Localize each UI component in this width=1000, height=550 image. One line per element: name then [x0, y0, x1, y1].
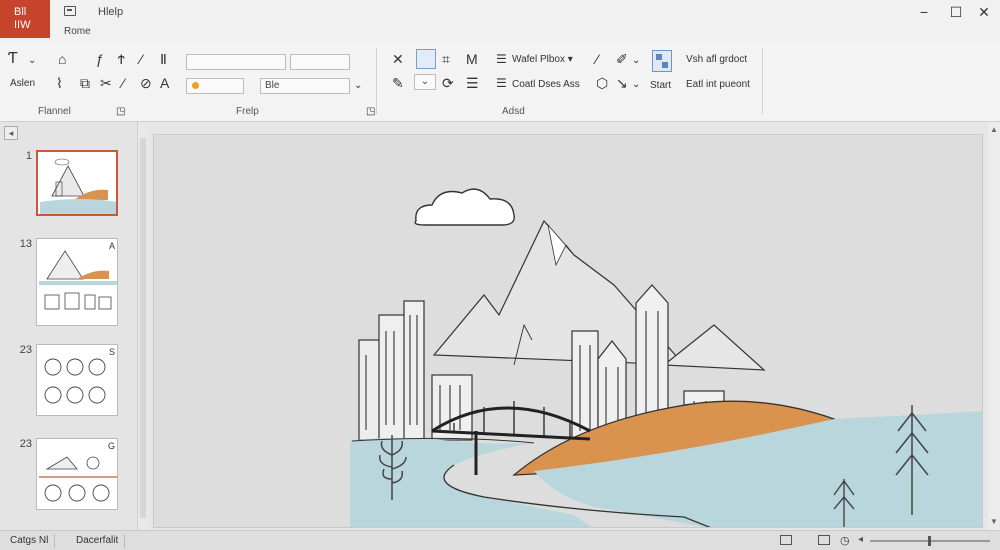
scroll-up-icon[interactable]: ▲ [989, 124, 999, 136]
slide-thumbnail-4[interactable]: G [36, 438, 118, 510]
maximize-button[interactable]: ☐ [942, 2, 970, 22]
slide-illustration [350, 188, 982, 527]
thumbnail-artwork [40, 158, 116, 214]
chevron-down-icon[interactable]: ⌄ [632, 53, 640, 69]
shape-icon[interactable]: ⌂ [58, 51, 66, 67]
slide-sorter-icon[interactable] [818, 535, 830, 545]
thumbnail-badge: G [107, 441, 115, 451]
dropdown-box[interactable]: ⌄ [414, 74, 436, 90]
brush-icon[interactable]: ⌇ [56, 75, 63, 91]
slide-editor [148, 122, 988, 530]
slide-thumbnail-2[interactable]: A [36, 238, 118, 326]
dialog-launcher-icon[interactable]: ◳ [116, 106, 125, 117]
app-badge[interactable]: Bll IIW [0, 0, 50, 38]
close-shape-icon[interactable]: ✕ [392, 51, 404, 67]
normal-view-icon[interactable] [780, 535, 792, 545]
italic-icon[interactable]: ƒ [96, 51, 104, 67]
picture-icon[interactable] [416, 49, 436, 69]
status-slide-info[interactable]: Catgs Nl [4, 534, 56, 548]
menu-help[interactable]: Hlelp [98, 6, 123, 18]
group-label-1: Flannel [38, 106, 71, 117]
brush-icon[interactable]: ⁄ [596, 51, 598, 67]
zoom-slider[interactable] [870, 536, 990, 546]
link-icon[interactable]: ⊘ [140, 75, 152, 91]
group-separator [376, 48, 377, 114]
rotate-icon[interactable]: ⟳ [442, 75, 454, 91]
format-painter-icon[interactable]: Ƭ [8, 51, 18, 67]
current-slide[interactable] [153, 134, 983, 528]
text-icon[interactable]: Ϯ [118, 51, 125, 67]
layout-icon[interactable] [652, 50, 672, 72]
slide-thumbnail-3[interactable]: S [36, 344, 118, 416]
cut-icon[interactable]: ✂ [100, 75, 112, 91]
collapse-pane-icon[interactable]: ◂ [4, 126, 18, 140]
pen-icon[interactable]: ⁄ [140, 51, 142, 67]
list-icon[interactable]: ☰ [496, 51, 507, 67]
status-view[interactable]: Dacerfalit [70, 534, 126, 548]
tab-home[interactable]: Rome [64, 26, 91, 37]
app-badge-line-1: Bll [14, 6, 27, 18]
status-bar: Catgs Nl Dacerfalit ◷ ◂ [0, 530, 1000, 550]
left-button-label[interactable]: Aslen [10, 78, 35, 89]
chevron-down-icon[interactable]: ⌄ [632, 77, 640, 93]
thumbnail-badge: A [108, 241, 115, 251]
panel-text-2[interactable]: Coatl Dses Ass [512, 79, 580, 90]
close-button[interactable]: ✕ [970, 2, 998, 22]
font-box[interactable] [186, 54, 286, 70]
minimize-button[interactable]: − [910, 2, 938, 22]
chevron-down-icon[interactable]: ⌄ [354, 78, 362, 94]
shape-outline-icon[interactable]: ⬡ [596, 75, 608, 91]
panel-text-1[interactable]: Wafel Plbox ▾ [512, 54, 573, 65]
zoom-icon[interactable]: ◷ [840, 534, 850, 547]
app-badge-line-2: IIW [14, 19, 31, 31]
crop-icon[interactable]: ⌗ [442, 51, 450, 67]
save-icon[interactable] [64, 6, 76, 16]
scrollbar-thumb[interactable] [140, 138, 146, 518]
thumbnail-artwork [44, 358, 106, 404]
presentation-app: Bll IIW Hlelp Rome − ☐ ✕ Ƭ ⌄ ⌂ ƒ Ϯ ⁄ Ⅱ A… [0, 0, 1000, 550]
pencil-icon[interactable]: ✐ [616, 51, 628, 67]
zoom-out-icon[interactable]: ◂ [858, 534, 863, 545]
dialog-launcher-icon[interactable]: ◳ [366, 106, 375, 117]
right-line-2[interactable]: Eatl int pueont [686, 79, 750, 90]
color-dot-icon[interactable] [192, 82, 199, 89]
slide-thumbnail-1[interactable] [36, 150, 118, 216]
font-color-icon[interactable]: A [160, 75, 169, 91]
thumbnail-scrollbar[interactable] [138, 122, 148, 530]
align-icon[interactable]: ☰ [466, 75, 479, 91]
group-label-2: Frelp [236, 106, 259, 117]
group-label-3: Adsd [502, 106, 525, 117]
title-bar: Bll IIW Hlelp Rome − ☐ ✕ [0, 0, 1000, 42]
right-line-1[interactable]: Vsh afl grdoct [686, 54, 747, 65]
slide-number: 13 [19, 238, 32, 250]
ribbon: Ƭ ⌄ ⌂ ƒ Ϯ ⁄ Ⅱ Aslen ⌇ ⧉ ✂ ⁄ ⊘ A Ble ⌄ ✕ … [0, 42, 1000, 122]
style-box[interactable]: Ble [260, 78, 350, 94]
font-size-box[interactable] [290, 54, 350, 70]
scroll-down-icon[interactable]: ▼ [989, 516, 999, 528]
arrow-icon[interactable]: ↘ [616, 75, 628, 91]
edit-icon[interactable]: ✎ [392, 75, 404, 91]
slide-number: 23 [19, 344, 32, 356]
cloud-icon [414, 188, 515, 226]
chevron-down-icon[interactable]: ⌄ [28, 53, 36, 69]
start-label[interactable]: Start [650, 80, 671, 91]
copy-icon[interactable]: ⧉ [80, 75, 90, 91]
slide-thumbnails-pane: ◂ 1 13 A 23 S 23 G [0, 122, 138, 530]
merge-icon[interactable]: M [466, 51, 478, 67]
list-icon[interactable]: ☰ [496, 75, 507, 91]
editor-scrollbar[interactable]: ▲ ▼ [988, 122, 1000, 530]
thumbnail-badge: S [108, 347, 115, 357]
slide-number: 23 [19, 438, 32, 450]
thumbnail-artwork [39, 250, 117, 310]
group-separator [762, 48, 763, 114]
slide-number: 1 [25, 150, 32, 162]
bracket-icon[interactable]: Ⅱ [160, 51, 167, 67]
thumbnail-artwork [39, 456, 117, 502]
highlight-icon[interactable]: ⁄ [122, 75, 124, 91]
